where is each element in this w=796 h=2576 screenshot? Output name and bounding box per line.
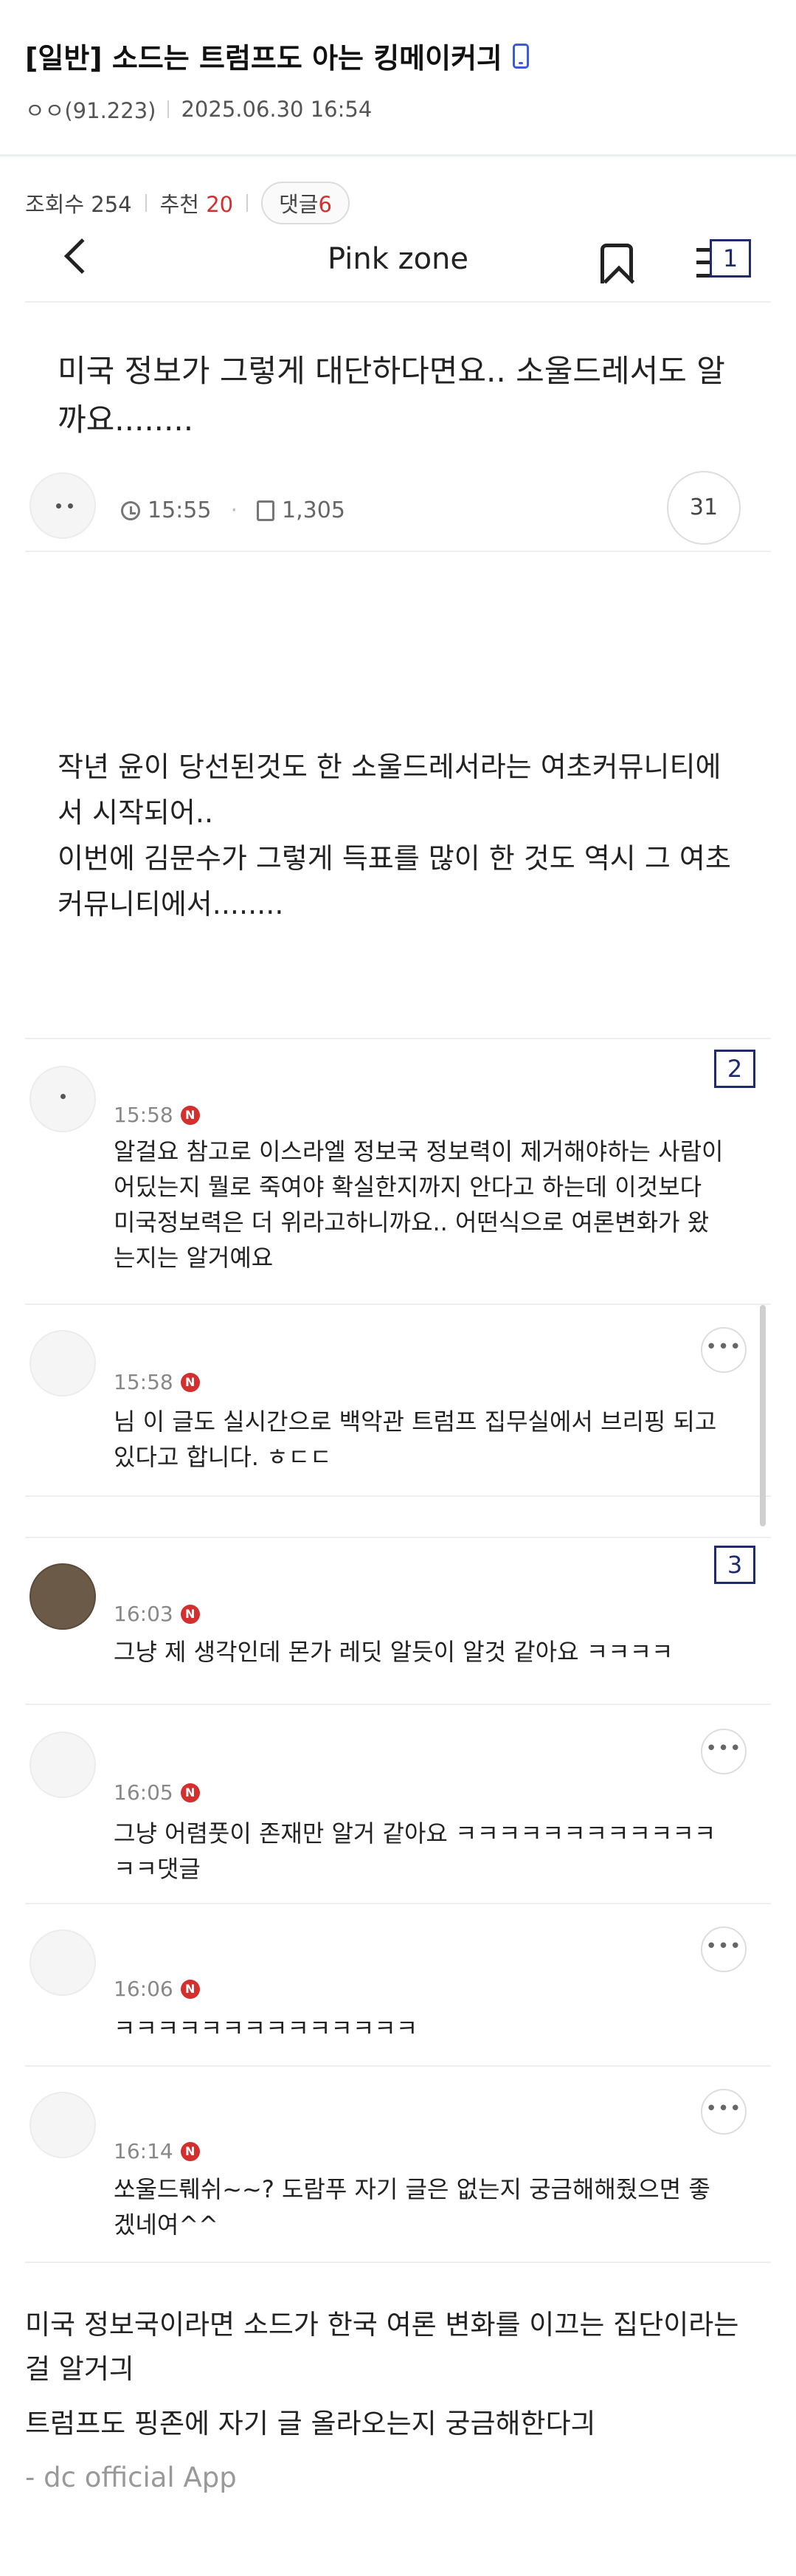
footer-line: 트럼프도 핑존에 자기 글 올라오는지 궁금해한다긔 bbox=[25, 2408, 596, 2439]
app-nav-bar: Pink zone 1 bbox=[25, 214, 771, 303]
comment-text: 알걸요 참고로 이스라엘 정보국 정보력이 제거해야하는 사람이 어딨는지 뭘로… bbox=[114, 1137, 724, 1272]
comment-time-text: 15:58 bbox=[114, 1370, 173, 1394]
comment-time-text: 15:58 bbox=[114, 1103, 173, 1127]
comment-more-button[interactable]: ••• bbox=[701, 1926, 747, 1972]
commenter-avatar[interactable] bbox=[30, 1563, 96, 1630]
new-badge-icon: N bbox=[180, 1783, 200, 1802]
comment-more-button[interactable]: ••• bbox=[701, 2089, 747, 2135]
annotation-badge-1: 1 bbox=[710, 239, 751, 278]
article-body: 작년 윤이 당선된것도 한 소울드레서라는 여초커뮤니티에 서 시작되어.. 이… bbox=[25, 552, 771, 1039]
reply-label: 댓글 bbox=[279, 192, 319, 217]
commenter-avatar[interactable] bbox=[30, 2092, 96, 2158]
new-badge-icon: N bbox=[180, 1604, 200, 1624]
comment-count-button[interactable]: 31 bbox=[667, 471, 741, 545]
comment-time: 16:03 N bbox=[114, 1602, 200, 1626]
new-badge-icon: N bbox=[180, 1105, 200, 1125]
clock-icon bbox=[121, 500, 140, 520]
avatar-eye bbox=[56, 503, 61, 509]
comment-time-text: 16:06 bbox=[114, 1977, 173, 2001]
comment-time: 15:58 N bbox=[114, 1370, 200, 1394]
comment-item: 3 16:03 N 그냥 제 생각인데 몬가 레딧 알듯이 알것 같아요 ㅋㅋㅋㅋ bbox=[25, 1538, 771, 1705]
article-time: 15:55 bbox=[148, 497, 212, 523]
comment-time: 16:05 N bbox=[114, 1780, 200, 1805]
post-title: [일반] 소드는 트럼프도 아는 킹메이커긔 bbox=[25, 35, 771, 76]
stats-divider bbox=[246, 194, 249, 212]
app-nav-title: Pink zone bbox=[327, 242, 468, 276]
comment-item: ••• 15:58 N 님 이 글도 실시간으로 백악관 트럼프 집무실에서 브리… bbox=[25, 1305, 771, 1526]
new-badge-icon: N bbox=[180, 1372, 200, 1392]
commenter-avatar[interactable] bbox=[30, 1330, 96, 1397]
commenter-avatar[interactable] bbox=[30, 1732, 96, 1798]
comment-spacer bbox=[25, 1497, 771, 1538]
scrollbar-thumb[interactable] bbox=[760, 1305, 766, 1526]
comment-time-text: 16:05 bbox=[114, 1780, 173, 1805]
mobile-phone-icon bbox=[513, 43, 530, 69]
article-meta: 15:55 · 1,305 31 bbox=[25, 464, 771, 552]
comment-time: 15:58 N bbox=[114, 1103, 200, 1127]
meta-divider bbox=[167, 100, 170, 118]
comment-item: ••• 16:05 N 그냥 어렴풋이 존재만 알거 같아요 ㅋㅋㅋㅋㅋㅋㅋㅋㅋㅋ… bbox=[25, 1705, 771, 1904]
author-avatar[interactable] bbox=[30, 472, 96, 539]
embedded-app-screenshot: Pink zone 1 미국 정보가 그렇게 대단하다면요.. 소울드레서도 알… bbox=[25, 214, 771, 2263]
new-badge-icon: N bbox=[180, 1979, 200, 1999]
article-time-views: 15:55 · 1,305 bbox=[121, 497, 345, 523]
article-views: 1,305 bbox=[282, 497, 345, 523]
post-footer-text: 미국 정보국이라면 소드가 한국 여론 변화를 이끄는 집단이라는 걸 알거긔 … bbox=[25, 2303, 771, 2446]
reply-count: 6 bbox=[318, 192, 332, 217]
footer-line: 미국 정보국이라면 소드가 한국 여론 변화를 이끄는 집단이라는 걸 알거긔 bbox=[25, 2309, 739, 2385]
post-meta: ㅇㅇ(91.223) 2025.06.30 16:54 bbox=[25, 94, 771, 125]
comment-text: ㅋㅋㅋㅋㅋㅋㅋㅋㅋㅋㅋㅋㅋㅋ bbox=[114, 2014, 418, 2042]
post-author[interactable]: ㅇㅇ(91.223) bbox=[25, 94, 156, 125]
body-line: 커뮤니티에서........ bbox=[58, 888, 284, 920]
body-line: 이번에 김문수가 그렇게 득표를 많이 한 것도 역시 그 여초 bbox=[58, 842, 731, 875]
document-icon bbox=[257, 500, 275, 521]
article-title: 미국 정보가 그렇게 대단하다면요.. 소울드레서도 알까요........ bbox=[58, 353, 725, 438]
comment-text: 쏘울드뤠쉬~~? 도람푸 자기 글은 없는지 궁금해해줬으면 좋겠네여^^ bbox=[114, 2175, 710, 2239]
commenter-avatar[interactable] bbox=[30, 1066, 96, 1132]
comment-item: 2 15:58 N 알걸요 참고로 이스라엘 정보국 정보력이 제거해야하는 사람… bbox=[25, 1039, 771, 1305]
recommend-count: 20 bbox=[206, 192, 234, 217]
post-page: [일반] 소드는 트럼프도 아는 킹메이커긔 ㅇㅇ(91.223) 2025.0… bbox=[0, 0, 796, 2576]
annotation-badge-3: 3 bbox=[714, 1546, 755, 1584]
avatar-eye bbox=[60, 1094, 66, 1099]
post-header: [일반] 소드는 트럼프도 아는 킹메이커긔 ㅇㅇ(91.223) 2025.0… bbox=[0, 0, 796, 125]
annotation-badge-2: 2 bbox=[714, 1050, 755, 1088]
new-badge-icon: N bbox=[180, 2141, 200, 2161]
comment-text: 그냥 어렴풋이 존재만 알거 같아요 ㅋㅋㅋㅋㅋㅋㅋㅋㅋㅋㅋㅋㅋㅋ댓글 bbox=[114, 1819, 716, 1883]
bookmark-icon[interactable] bbox=[601, 244, 633, 283]
comment-item: ••• 16:14 N 쏘울드뤠쉬~~? 도람푸 자기 글은 없는지 궁금해해줬으… bbox=[25, 2067, 771, 2263]
avatar-eye bbox=[68, 503, 73, 509]
comment-time: 16:14 N bbox=[114, 2139, 200, 2163]
comment-time-text: 16:14 bbox=[114, 2139, 173, 2163]
comment-text: 님 이 글도 실시간으로 백악관 트럼프 집무실에서 브리핑 되고 있다고 합니… bbox=[114, 1408, 717, 1471]
app-signature: - dc official App bbox=[25, 2462, 237, 2493]
stats-divider bbox=[145, 194, 147, 212]
comment-more-button[interactable]: ••• bbox=[701, 1729, 747, 1774]
body-line: 작년 윤이 당선된것도 한 소울드레서라는 여초커뮤니티에 bbox=[58, 751, 721, 783]
meta-dot: · bbox=[230, 497, 238, 523]
comment-text: 그냥 제 생각인데 몬가 레딧 알듯이 알것 같아요 ㅋㅋㅋㅋ bbox=[114, 1638, 674, 1666]
post-title-text: [일반] 소드는 트럼프도 아는 킹메이커긔 bbox=[25, 42, 503, 75]
body-line: 서 시작되어.. bbox=[58, 796, 214, 829]
post-datetime: 2025.06.30 16:54 bbox=[181, 97, 373, 122]
comment-time-text: 16:03 bbox=[114, 1602, 173, 1626]
comment-time: 16:06 N bbox=[114, 1977, 200, 2001]
commenter-avatar[interactable] bbox=[30, 1929, 96, 1996]
comment-item: ••• 16:06 N ㅋㅋㅋㅋㅋㅋㅋㅋㅋㅋㅋㅋㅋㅋ bbox=[25, 1904, 771, 2067]
comment-more-button[interactable]: ••• bbox=[701, 1327, 747, 1373]
recommend-label: 추천 bbox=[159, 192, 199, 217]
